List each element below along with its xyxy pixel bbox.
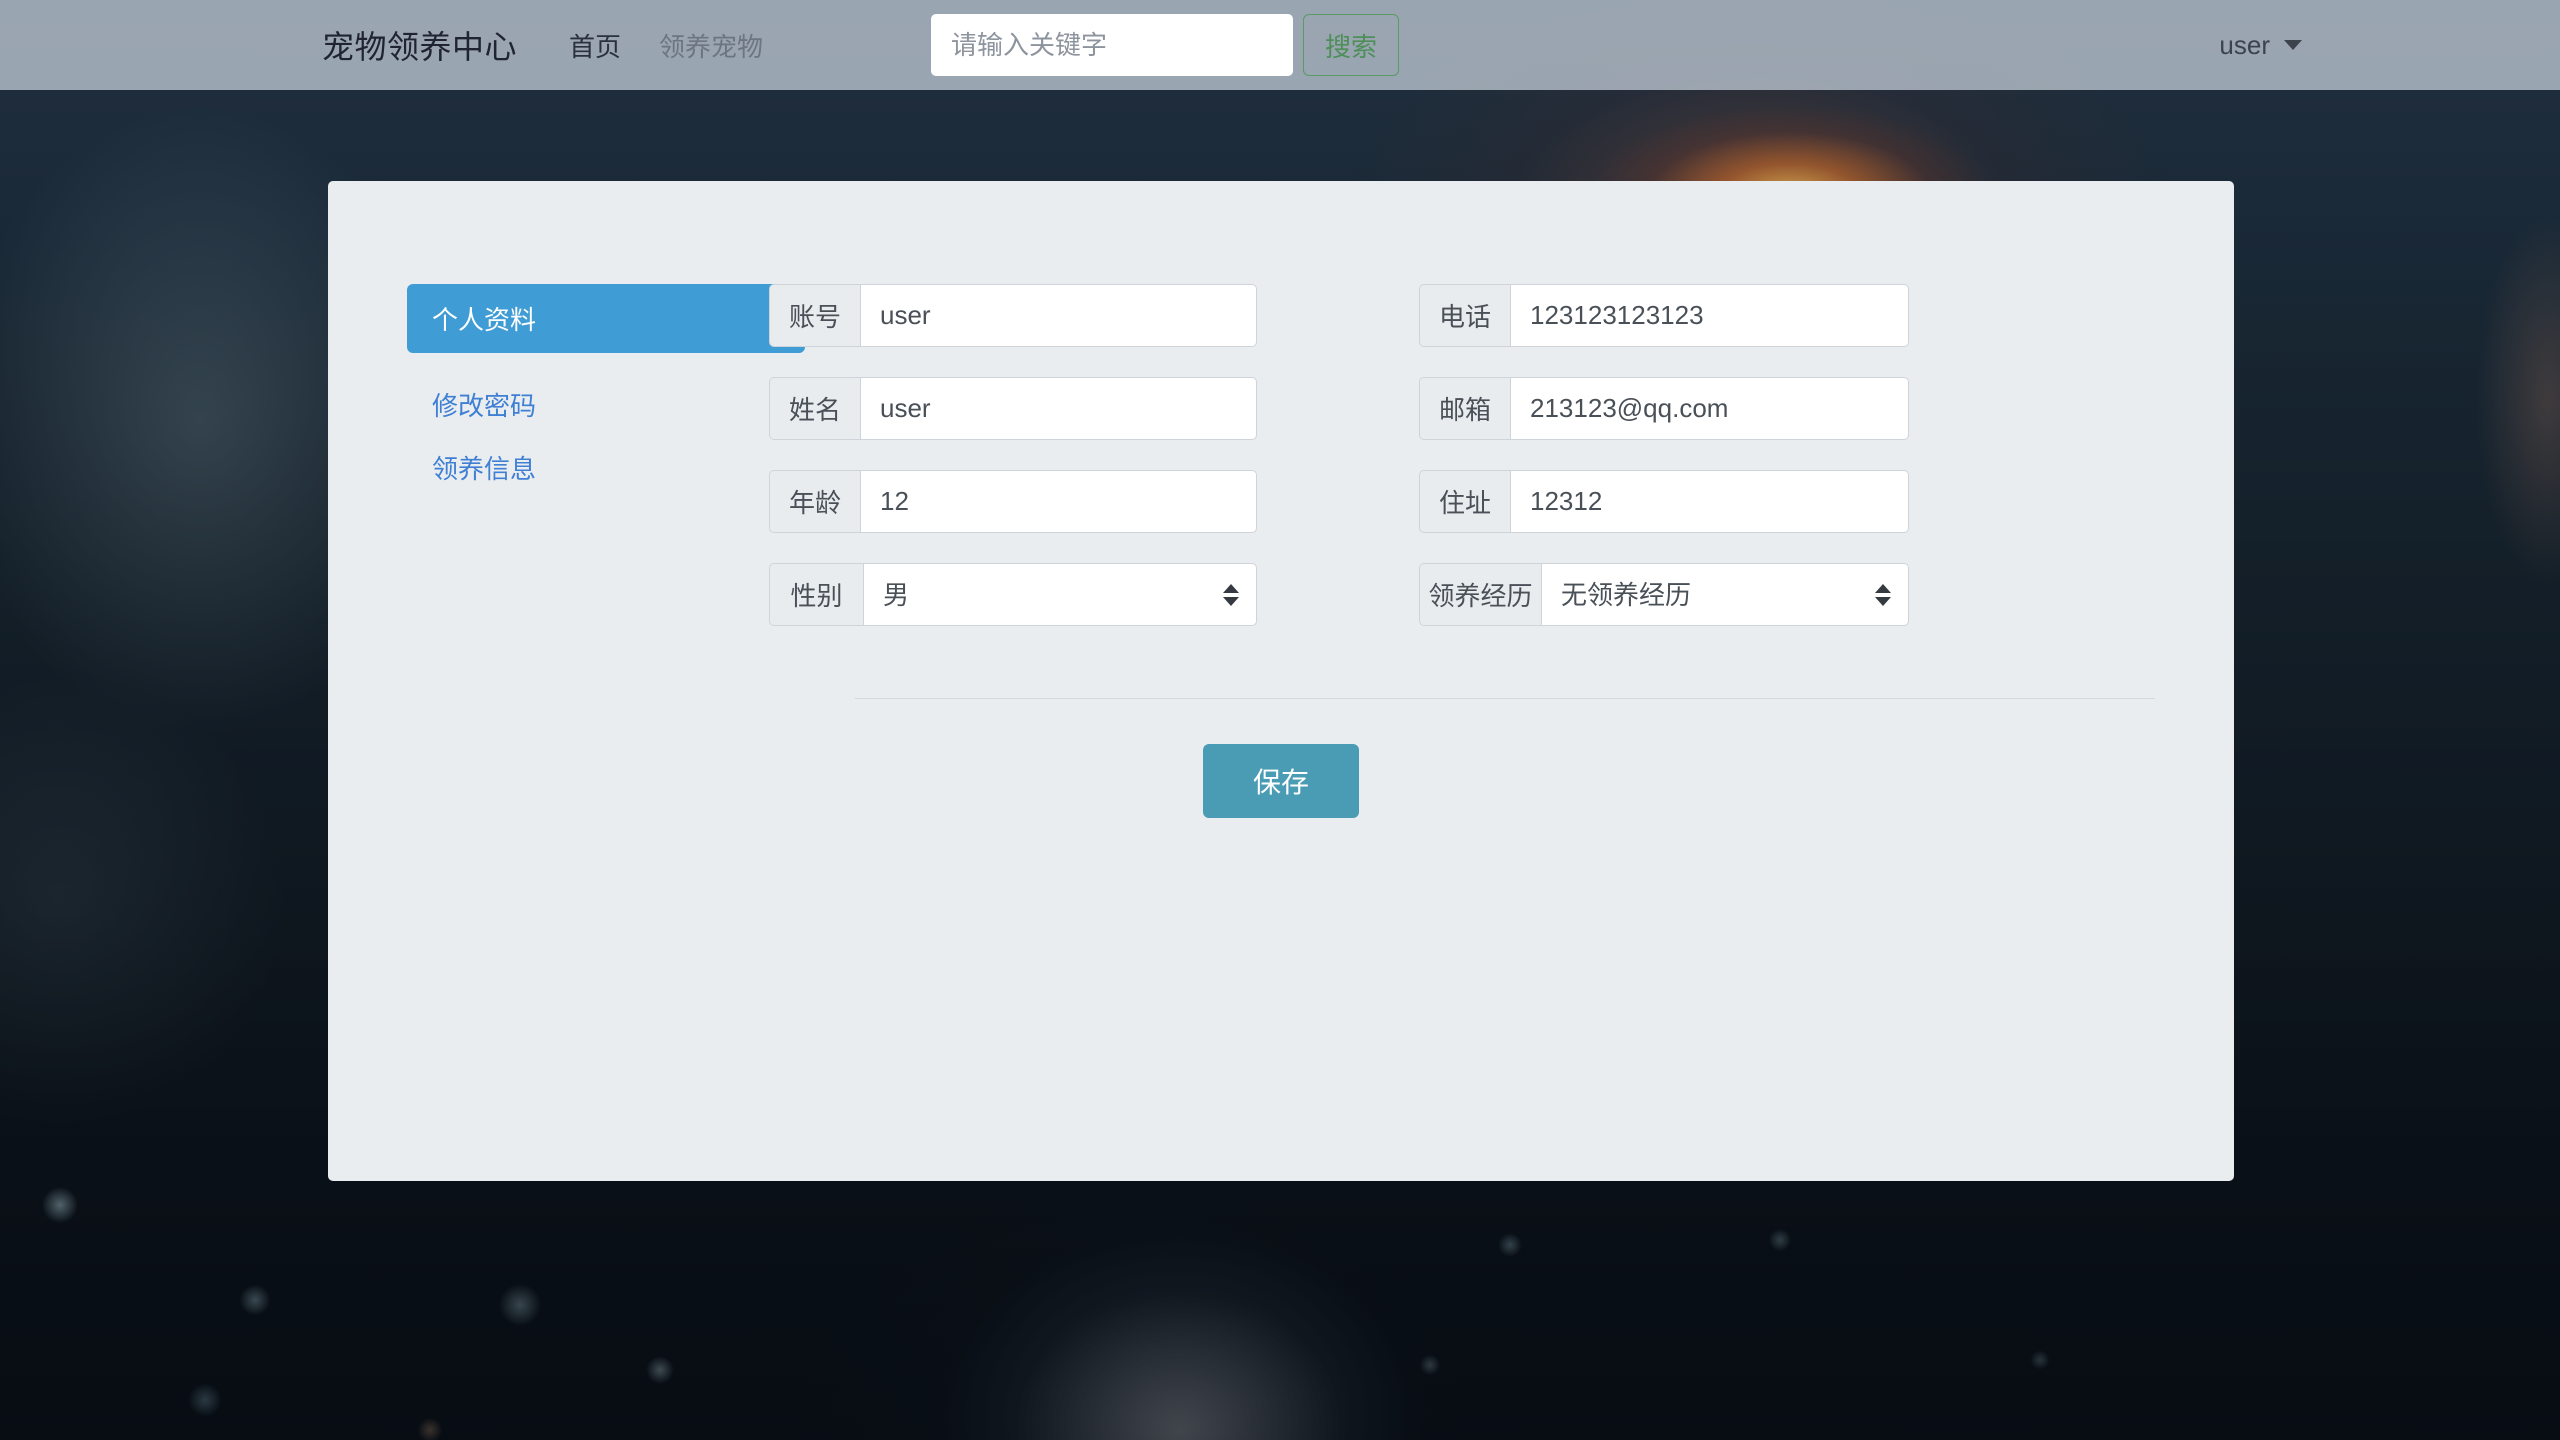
field-gender: 性别 男 <box>769 563 1257 626</box>
field-account: 账号 <box>769 284 1257 347</box>
nav-link-home[interactable]: 首页 <box>569 27 621 64</box>
field-label-adoption-experience: 领养经历 <box>1419 563 1541 626</box>
user-menu-label: user <box>2219 29 2270 60</box>
field-name: 姓名 <box>769 377 1257 440</box>
save-button[interactable]: 保存 <box>1202 744 1359 818</box>
site-brand[interactable]: 宠物领养中心 <box>322 22 517 68</box>
form-column-left: 账号 姓名 年龄 性别 男 <box>769 284 1257 626</box>
field-phone: 电话 <box>1419 284 1909 347</box>
name-input[interactable] <box>860 377 1257 440</box>
gender-select[interactable]: 男 <box>863 563 1257 626</box>
user-menu[interactable]: user <box>2219 30 2302 61</box>
save-area: 保存 <box>328 744 2234 818</box>
field-age: 年龄 <box>769 470 1257 533</box>
field-label-age: 年龄 <box>769 470 861 533</box>
gender-select-wrap: 男 <box>863 563 1257 626</box>
chevron-down-icon <box>2284 40 2302 50</box>
field-email: 邮箱 <box>1419 377 1909 440</box>
phone-input[interactable] <box>1510 284 1909 347</box>
sidebar-item-change-password[interactable]: 修改密码 <box>407 373 726 436</box>
search-button[interactable]: 搜索 <box>1303 14 1400 76</box>
field-label-phone: 电话 <box>1419 284 1511 347</box>
adoption-experience-select[interactable]: 无领养经历 <box>1541 563 1909 626</box>
age-input[interactable] <box>860 470 1257 533</box>
address-input[interactable] <box>1510 470 1909 533</box>
form-divider <box>855 698 2155 699</box>
field-label-name: 姓名 <box>769 377 861 440</box>
profile-sidebar: 个人资料 修改密码 领养信息 <box>328 284 805 626</box>
field-label-gender: 性别 <box>769 563 863 626</box>
panel-content: 个人资料 修改密码 领养信息 账号 姓名 年龄 <box>328 181 2234 626</box>
adoption-experience-select-wrap: 无领养经历 <box>1541 563 1909 626</box>
sidebar-item-adoption-info[interactable]: 领养信息 <box>407 436 726 499</box>
account-input[interactable] <box>860 284 1257 347</box>
top-navbar: 宠物领养中心 首页 领养宠物 搜索 user <box>0 0 2560 90</box>
field-address: 住址 <box>1419 470 1909 533</box>
nav-link-adopt-pet[interactable]: 领养宠物 <box>659 27 763 64</box>
field-label-account: 账号 <box>769 284 861 347</box>
field-adoption-experience: 领养经历 无领养经历 <box>1419 563 1909 626</box>
search-input[interactable] <box>931 14 1294 76</box>
profile-panel: 个人资料 修改密码 领养信息 账号 姓名 年龄 <box>328 181 2234 1181</box>
profile-form: 账号 姓名 年龄 性别 男 <box>726 284 1909 626</box>
form-column-right: 电话 邮箱 住址 领养经历 无领养经历 <box>1419 284 1909 626</box>
email-input[interactable] <box>1510 377 1909 440</box>
search-form: 搜索 <box>931 14 1400 76</box>
field-label-address: 住址 <box>1419 470 1511 533</box>
field-label-email: 邮箱 <box>1419 377 1511 440</box>
